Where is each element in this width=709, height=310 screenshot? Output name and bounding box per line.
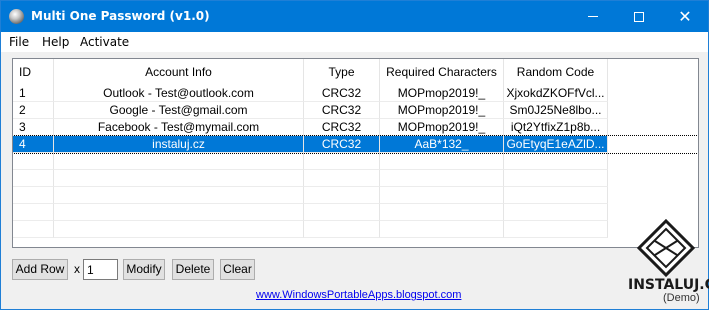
- minimize-icon: [588, 16, 598, 17]
- app-icon: [9, 9, 24, 24]
- maximize-button[interactable]: [616, 1, 662, 32]
- watermark-text: INSTALUJ.CZ: [628, 277, 709, 293]
- table-row[interactable]: 3 Facebook - Test@mymail.com CRC32 MOPmo…: [13, 119, 698, 136]
- header-random-code[interactable]: Random Code: [504, 59, 608, 85]
- watermark-logo-icon: [637, 219, 695, 277]
- header-account-info[interactable]: Account Info: [54, 59, 304, 85]
- cell-type: CRC32: [304, 119, 380, 136]
- cell-random-code: iQt2YtfixZ1p8b...: [504, 119, 608, 136]
- accounts-list[interactable]: ID Account Info Type Required Characters…: [12, 58, 699, 248]
- empty-row: [13, 204, 698, 221]
- header-type[interactable]: Type: [304, 59, 380, 85]
- cell-required-characters: MOPmop2019!_: [380, 85, 504, 102]
- cell-account-info: Facebook - Test@mymail.com: [54, 119, 304, 136]
- maximize-icon: [634, 11, 644, 22]
- cell-id: 1: [13, 85, 54, 102]
- clear-button[interactable]: Clear: [220, 259, 255, 280]
- modify-button[interactable]: Modify: [123, 259, 165, 280]
- demo-label: (Demo): [663, 292, 700, 304]
- cell-account-info: Outlook - Test@outlook.com: [54, 85, 304, 102]
- close-icon: ✕: [678, 6, 692, 26]
- table-row[interactable]: 2 Google - Test@gmail.com CRC32 MOPmop20…: [13, 102, 698, 119]
- cell-type: CRC32: [304, 102, 380, 119]
- empty-row: [13, 187, 698, 204]
- cell-id: 4: [13, 136, 54, 153]
- empty-row: [13, 153, 698, 170]
- title-bar[interactable]: Multi One Password (v1.0) ✕: [1, 1, 708, 32]
- cell-random-code: XjxokdZKOFfVcl...: [504, 85, 608, 102]
- row-count-input[interactable]: [83, 259, 118, 280]
- header-id[interactable]: ID: [13, 59, 54, 85]
- cell-account-info: instaluj.cz: [54, 136, 304, 153]
- cell-random-code: GoEtyqE1eAZlD...: [504, 136, 608, 153]
- empty-row: [13, 170, 698, 187]
- cell-random-code: Sm0J25Ne8lbo...: [504, 102, 608, 119]
- cell-type: CRC32: [304, 136, 380, 153]
- menu-help[interactable]: Help: [42, 35, 69, 49]
- close-button[interactable]: ✕: [662, 1, 708, 32]
- cell-required-characters: MOPmop2019!_: [380, 102, 504, 119]
- table-row-selected[interactable]: 4 instaluj.cz CRC32 AaB*132_ GoEtyqE1eAZ…: [13, 135, 698, 154]
- empty-row: [13, 221, 698, 238]
- multiplier-label: x: [74, 262, 80, 276]
- cell-account-info: Google - Test@gmail.com: [54, 102, 304, 119]
- menu-activate[interactable]: Activate: [80, 35, 129, 49]
- cell-id: 2: [13, 102, 54, 119]
- cell-id: 3: [13, 119, 54, 136]
- cell-required-characters: AaB*132_: [380, 136, 504, 153]
- app-window: Multi One Password (v1.0) ✕ File Help Ac…: [0, 0, 709, 310]
- add-row-button[interactable]: Add Row: [12, 259, 68, 280]
- cell-required-characters: MOPmop2019!_: [380, 119, 504, 136]
- cell-type: CRC32: [304, 85, 380, 102]
- minimize-button[interactable]: [570, 1, 616, 32]
- menu-bar: File Help Activate: [1, 32, 708, 52]
- header-required-characters[interactable]: Required Characters: [380, 59, 504, 85]
- window-title: Multi One Password (v1.0): [31, 9, 210, 23]
- table-row[interactable]: 1 Outlook - Test@outlook.com CRC32 MOPmo…: [13, 85, 698, 102]
- list-header: ID Account Info Type Required Characters…: [13, 59, 698, 85]
- website-link[interactable]: www.WindowsPortableApps.blogspot.com: [256, 289, 461, 301]
- menu-file[interactable]: File: [9, 35, 29, 49]
- delete-button[interactable]: Delete: [172, 259, 214, 280]
